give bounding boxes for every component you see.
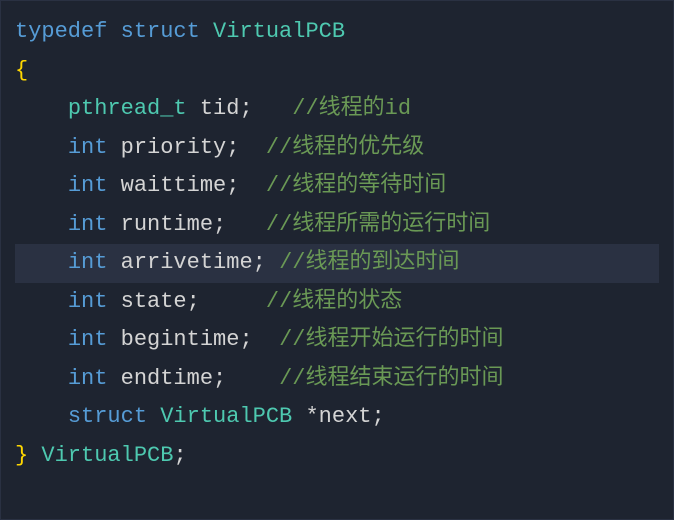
code-line-8: int state; //线程的状态 — [15, 283, 659, 322]
spacer — [253, 327, 279, 352]
indent — [15, 289, 68, 314]
comment: //线程的到达时间 — [279, 250, 459, 275]
spacer — [266, 250, 279, 275]
keyword-typedef: typedef — [15, 19, 107, 44]
spacer — [200, 289, 266, 314]
indent — [15, 250, 68, 275]
comment: //线程开始运行的时间 — [279, 327, 503, 352]
code-line-9: int begintime; //线程开始运行的时间 — [15, 321, 659, 360]
field-type: int — [68, 135, 108, 160]
semicolon: ; — [226, 173, 239, 198]
field-name: next — [319, 404, 372, 429]
field-name: waittime — [121, 173, 227, 198]
semicolon: ; — [239, 96, 252, 121]
comment: //线程的id — [292, 96, 411, 121]
code-line-3: pthread_t tid; //线程的id — [15, 90, 659, 129]
field-type: int — [68, 366, 108, 391]
spacer — [239, 135, 265, 160]
type-name: VirtualPCB — [213, 19, 345, 44]
keyword-struct: struct — [68, 404, 147, 429]
comment: //线程结束运行的时间 — [279, 366, 503, 391]
field-name: endtime — [121, 366, 213, 391]
indent — [15, 404, 68, 429]
field-name: priority — [121, 135, 227, 160]
code-line-5: int waittime; //线程的等待时间 — [15, 167, 659, 206]
comment: //线程的等待时间 — [266, 173, 446, 198]
code-line-1: typedef struct VirtualPCB — [15, 13, 659, 52]
indent — [15, 327, 68, 352]
semicolon: ; — [187, 289, 200, 314]
star: * — [305, 404, 318, 429]
field-type: int — [68, 327, 108, 352]
field-type: int — [68, 173, 108, 198]
field-type: int — [68, 250, 108, 275]
spacer — [226, 212, 266, 237]
field-name: arrivetime — [121, 250, 253, 275]
field-type: pthread_t — [68, 96, 187, 121]
indent — [15, 96, 68, 121]
semicolon: ; — [213, 366, 226, 391]
indent — [15, 212, 68, 237]
field-name: tid — [200, 96, 240, 121]
field-name: begintime — [121, 327, 240, 352]
field-name: runtime — [121, 212, 213, 237]
code-editor[interactable]: typedef struct VirtualPCB { pthread_t ti… — [15, 13, 659, 475]
type-name: VirtualPCB — [160, 404, 292, 429]
semicolon: ; — [226, 135, 239, 160]
code-line-4: int priority; //线程的优先级 — [15, 129, 659, 168]
comment: //线程所需的运行时间 — [266, 212, 490, 237]
indent — [15, 135, 68, 160]
spacer — [253, 96, 293, 121]
comment: //线程的状态 — [266, 289, 402, 314]
code-line-12: } VirtualPCB; — [15, 437, 659, 476]
open-brace: { — [15, 58, 28, 83]
indent — [15, 173, 68, 198]
semicolon: ; — [173, 443, 186, 468]
semicolon: ; — [239, 327, 252, 352]
close-brace: } — [15, 443, 28, 468]
indent — [15, 366, 68, 391]
comment: //线程的优先级 — [266, 135, 424, 160]
semicolon: ; — [253, 250, 266, 275]
code-line-11: struct VirtualPCB *next; — [15, 398, 659, 437]
keyword-struct: struct — [121, 19, 200, 44]
spacer — [226, 366, 279, 391]
field-type: int — [68, 212, 108, 237]
typedef-name: VirtualPCB — [41, 443, 173, 468]
code-line-10: int endtime; //线程结束运行的时间 — [15, 360, 659, 399]
code-line-6: int runtime; //线程所需的运行时间 — [15, 206, 659, 245]
field-name: state — [121, 289, 187, 314]
code-line-2: { — [15, 52, 659, 91]
code-line-7: int arrivetime; //线程的到达时间 — [15, 244, 659, 283]
semicolon: ; — [213, 212, 226, 237]
spacer — [239, 173, 265, 198]
field-type: int — [68, 289, 108, 314]
semicolon: ; — [371, 404, 384, 429]
